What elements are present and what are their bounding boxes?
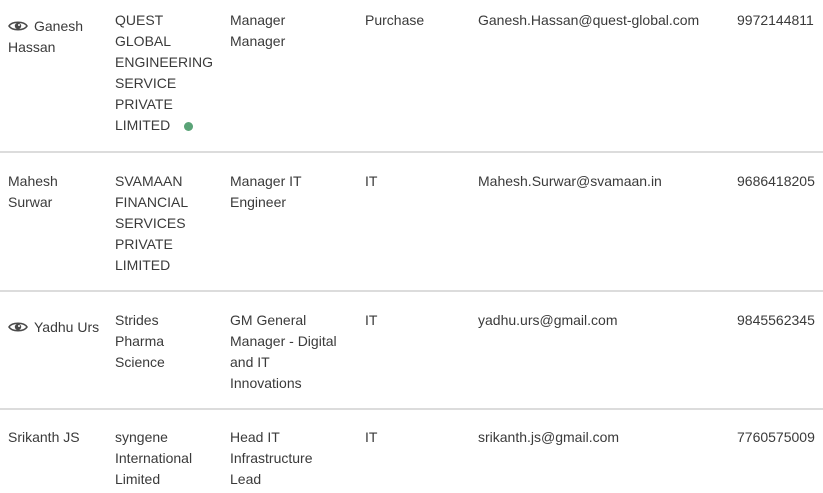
company-line: QUEST [115, 12, 164, 28]
designation-line: Lead [230, 471, 262, 487]
designation-line: GM General [230, 312, 307, 328]
designation-line: Manager - Digital [230, 333, 337, 349]
designation-cell: Manager Manager [230, 10, 352, 52]
company-line: PRIVATE [115, 96, 173, 112]
table-row: Mahesh Surwar SVAMAAN FINANCIAL SERVICES… [0, 153, 823, 292]
contacts-table: Ganesh Hassan QUEST GLOBAL ENGINEERING S… [0, 0, 823, 493]
company-line: SERVICE [115, 75, 177, 91]
designation-line: Infrastructure [230, 450, 313, 466]
company-line: GLOBAL [115, 33, 172, 49]
contact-name-cell: Ganesh Hassan [8, 16, 100, 58]
designation-line: Manager [230, 33, 286, 49]
company-cell: syngene International Limited [115, 427, 215, 490]
company-line: Strides [115, 312, 159, 328]
company-line: SVAMAAN [115, 173, 183, 189]
designation-line: Manager [230, 12, 286, 28]
designation-line: Engineer [230, 194, 287, 210]
email-cell: yadhu.urs@gmail.com [478, 312, 618, 328]
company-line: LIMITED [115, 117, 171, 133]
contact-name: Yadhu Urs [34, 319, 100, 335]
company-cell: Strides Pharma Science [115, 310, 215, 373]
designation-line: Innovations [230, 375, 302, 391]
contact-name-cell: Yadhu Urs [8, 317, 100, 338]
company-line: SERVICES [115, 215, 186, 231]
company-line: Science [115, 354, 165, 370]
email-cell: Mahesh.Surwar@svamaan.in [478, 173, 662, 189]
department-cell: IT [365, 312, 378, 328]
contact-name-cell: Mahesh Surwar [8, 171, 100, 213]
company-cell: SVAMAAN FINANCIAL SERVICES PRIVATE LIMIT… [115, 171, 215, 276]
company-line: ENGINEERING [115, 54, 214, 70]
eye-icon[interactable] [8, 19, 28, 33]
designation-cell: GM General Manager - Digital and IT Inno… [230, 310, 352, 394]
phone-cell: 7760575009 [737, 429, 815, 445]
table-row: Srikanth JS syngene International Limite… [0, 410, 823, 493]
phone-cell: 9686418205 [737, 173, 815, 189]
company-cell: QUEST GLOBAL ENGINEERING SERVICE PRIVATE… [115, 10, 215, 136]
status-dot-icon [184, 122, 194, 131]
email-cell: srikanth.js@gmail.com [478, 429, 620, 445]
eye-icon[interactable] [8, 320, 28, 334]
department-cell: Purchase [365, 12, 425, 28]
designation-cell: Manager IT Engineer [230, 171, 352, 213]
department-cell: IT [365, 173, 378, 189]
department-cell: IT [365, 429, 378, 445]
company-line: PRIVATE [115, 236, 173, 252]
designation-line: Manager IT [230, 173, 302, 189]
company-line: Limited [115, 471, 161, 487]
phone-cell: 9845562345 [737, 312, 815, 328]
contact-name: Srikanth JS [8, 429, 80, 445]
company-line: syngene [115, 429, 168, 445]
company-line: International [115, 450, 193, 466]
contact-name-cell: Srikanth JS [8, 427, 100, 448]
table-row: Yadhu Urs Strides Pharma Science GM Gene… [0, 292, 823, 410]
designation-line: Head IT [230, 429, 280, 445]
designation-line: and IT [230, 354, 270, 370]
phone-cell: 9972144811 [737, 12, 814, 28]
email-cell: Ganesh.Hassan@quest-global.com [478, 12, 700, 28]
company-line: Pharma [115, 333, 165, 349]
contact-name: Mahesh Surwar [8, 173, 58, 210]
company-line: LIMITED [115, 257, 171, 273]
company-line: FINANCIAL [115, 194, 189, 210]
designation-cell: Head IT Infrastructure Lead [230, 427, 352, 490]
table-row: Ganesh Hassan QUEST GLOBAL ENGINEERING S… [0, 0, 823, 153]
